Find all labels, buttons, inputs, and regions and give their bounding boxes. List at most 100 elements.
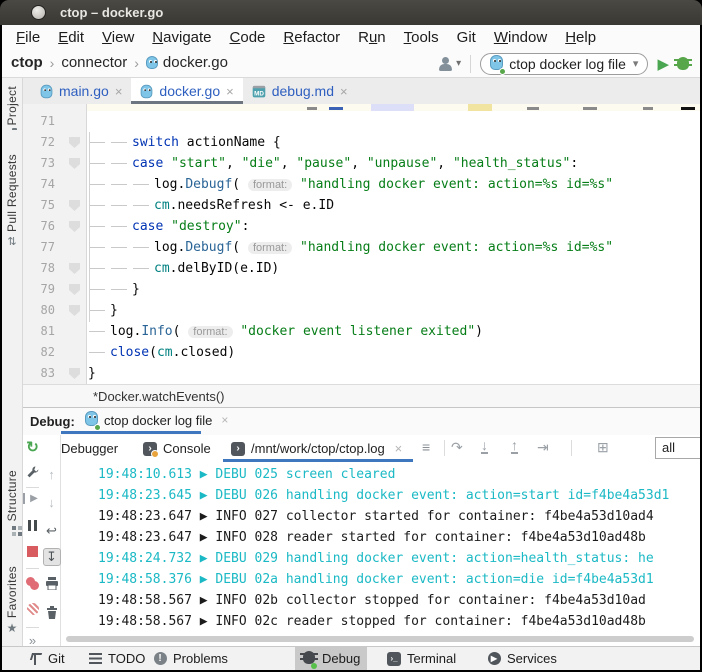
run-button[interactable]: ▶	[657, 55, 669, 73]
sidebar-item-pull-requests[interactable]: Pull Requests⇅	[2, 154, 22, 247]
line-number[interactable]: 72	[23, 132, 60, 153]
editor-tab-docker-go[interactable]: docker.go×	[131, 78, 242, 104]
tab-console[interactable]: › Console	[143, 435, 211, 462]
pause-icon[interactable]	[23, 519, 42, 534]
up-stack-icon[interactable]: ↑	[42, 467, 61, 482]
menu-item-window[interactable]: Window	[485, 29, 556, 46]
menu-item-code[interactable]: Code	[221, 29, 275, 46]
line-number[interactable]: 82	[23, 342, 60, 363]
evaluate-expression-icon[interactable]: ⊞	[597, 439, 609, 456]
clear-trash-icon[interactable]	[42, 605, 61, 619]
menu-item-edit[interactable]: Edit	[49, 29, 93, 46]
line-number[interactable]: 78	[23, 258, 60, 279]
menu-item-view[interactable]: View	[93, 29, 143, 46]
fold-marker-icon[interactable]	[69, 158, 80, 169]
gutter-fold-cell[interactable]	[60, 342, 86, 363]
line-number[interactable]: 77	[23, 237, 60, 258]
line-number[interactable]: 81	[23, 321, 60, 342]
log-filter-select[interactable]: all	[655, 437, 700, 459]
line-number[interactable]: 83	[23, 363, 60, 384]
fold-marker-icon[interactable]	[69, 200, 80, 211]
line-number[interactable]: 74	[23, 174, 60, 195]
step-over-icon[interactable]: ↷	[451, 439, 463, 456]
view-options-icon[interactable]: ≡	[422, 439, 430, 455]
resume-icon[interactable]: ▶	[23, 493, 42, 504]
line-number[interactable]: 76	[23, 216, 60, 237]
menu-item-refactor[interactable]: Refactor	[274, 29, 349, 46]
fold-marker-icon[interactable]	[69, 221, 80, 232]
tab-log-file[interactable]: › /mnt/work/ctop/ctop.log ×	[231, 435, 402, 462]
down-stack-icon[interactable]: ↓	[42, 495, 61, 510]
window-button-icon[interactable]	[31, 5, 46, 20]
gutter-fold-cell[interactable]	[60, 321, 86, 342]
sidebar-item-favorites[interactable]: Favorites★	[2, 566, 22, 634]
menu-item-navigate[interactable]: Navigate	[143, 29, 220, 46]
gutter-fold-cell[interactable]	[60, 258, 86, 279]
debug-button[interactable]	[677, 57, 689, 70]
menu-item-file[interactable]: File	[7, 29, 49, 46]
close-icon[interactable]: ×	[221, 413, 228, 427]
fold-marker-icon[interactable]	[69, 305, 80, 316]
soft-wrap-icon[interactable]: ↩	[42, 523, 61, 539]
gutter-fold-cell[interactable]	[60, 132, 86, 153]
step-into-icon[interactable]: ↓	[481, 439, 488, 454]
more-actions-icon[interactable]: »	[23, 633, 42, 646]
breadcrumb-item[interactable]: docker.go	[163, 54, 228, 71]
fold-marker-icon[interactable]	[69, 263, 80, 274]
menu-item-run[interactable]: Run	[349, 29, 395, 46]
menu-item-git[interactable]: Git	[448, 29, 485, 46]
run-configuration-select[interactable]: ctop docker log file ▾	[480, 53, 648, 75]
scroll-to-end-icon[interactable]: ↧	[42, 548, 61, 566]
close-icon[interactable]: ×	[395, 441, 403, 456]
statusbar-item-todo[interactable]: TODO	[81, 647, 152, 670]
statusbar-item-git[interactable]: Git	[21, 647, 72, 670]
menu-item-help[interactable]: Help	[556, 29, 605, 46]
line-number[interactable]: 71	[23, 111, 60, 132]
fold-marker-icon[interactable]	[69, 137, 80, 148]
menu-item-tools[interactable]: Tools	[395, 29, 448, 46]
close-icon[interactable]: ×	[340, 84, 348, 99]
log-console[interactable]: 19:48:10.613 ▶ DEBU 025 screen cleared19…	[62, 462, 700, 646]
step-out-icon[interactable]: ↑	[511, 439, 518, 454]
gutter-fold-cell[interactable]	[60, 153, 86, 174]
rerun-icon[interactable]: ↻	[23, 438, 42, 456]
code-editor[interactable]: 7172switch actionName {73case "start", "…	[23, 104, 700, 384]
chevron-down-icon[interactable]: ▾	[456, 58, 461, 69]
statusbar-item-services[interactable]: ▶Services	[480, 647, 564, 670]
user-avatar-icon[interactable]	[438, 56, 454, 71]
sidebar-item-project[interactable]: Project	[2, 86, 22, 130]
gutter-fold-cell[interactable]	[60, 279, 86, 300]
breadcrumb-item[interactable]: connector	[61, 54, 127, 71]
line-number[interactable]: 80	[23, 300, 60, 321]
line-number[interactable]: 79	[23, 279, 60, 300]
horizontal-scrollbar[interactable]	[66, 636, 694, 642]
gutter-fold-cell[interactable]	[60, 174, 86, 195]
close-icon[interactable]: ×	[115, 84, 123, 99]
sidebar-item-structure[interactable]: Structure	[2, 470, 22, 526]
breadcrumb-item[interactable]: ctop	[11, 54, 43, 71]
view-breakpoints-icon[interactable]	[23, 577, 42, 593]
fold-marker-icon[interactable]	[69, 284, 80, 295]
tab-debugger[interactable]: Debugger	[61, 435, 118, 462]
editor-tab-debug-md[interactable]: MDdebug.md×	[243, 78, 357, 104]
line-number[interactable]: 75	[23, 195, 60, 216]
gutter-fold-cell[interactable]	[60, 300, 86, 321]
mute-breakpoints-icon[interactable]	[23, 603, 42, 618]
gutter-fold-cell[interactable]	[60, 195, 86, 216]
statusbar-item-problems[interactable]: !Problems	[146, 647, 235, 670]
gutter-fold-cell[interactable]	[60, 363, 86, 384]
gutter-fold-cell[interactable]	[60, 237, 86, 258]
close-icon[interactable]: ×	[226, 84, 234, 99]
print-icon[interactable]	[42, 577, 61, 590]
gutter-fold-cell[interactable]	[60, 216, 86, 237]
statusbar-item-debug[interactable]: Debug	[295, 647, 367, 670]
settings-wrench-icon[interactable]	[23, 465, 42, 480]
fold-marker-icon[interactable]	[69, 368, 80, 379]
gutter-fold-cell[interactable]	[60, 111, 86, 132]
statusbar-item-terminal[interactable]: ›_Terminal	[380, 647, 463, 670]
debug-session-tab[interactable]: ctop docker log file ×	[85, 408, 228, 432]
editor-tab-main-go[interactable]: main.go×	[31, 78, 131, 104]
run-to-cursor-icon[interactable]: ⇥	[537, 439, 549, 456]
stop-icon[interactable]	[23, 545, 42, 560]
line-number[interactable]: 73	[23, 153, 60, 174]
